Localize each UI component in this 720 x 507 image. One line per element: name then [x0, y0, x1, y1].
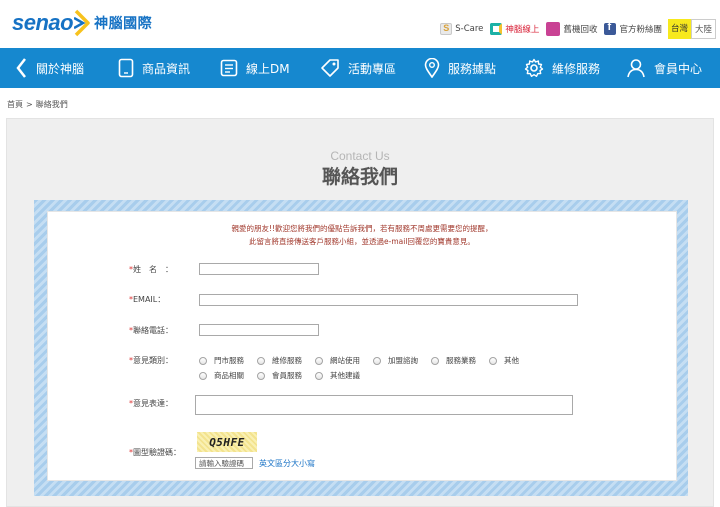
breadcrumb-current: 聯絡我們: [35, 100, 68, 109]
toplink-recycle[interactable]: 舊機回收: [546, 22, 597, 36]
email-label-text: EMAIL：: [133, 295, 166, 304]
nav-item-online-dm[interactable]: 線上DM: [220, 48, 290, 88]
category-label: *意見類別：: [129, 355, 173, 366]
option-label: 維修服務: [272, 356, 302, 365]
category-option-suggestion[interactable]: 其他建議: [315, 370, 360, 381]
radio-button[interactable]: [315, 371, 323, 380]
radio-button[interactable]: [257, 371, 265, 380]
toplink-label: S-Care: [455, 24, 484, 34]
main-nav: 關於神腦 商品資訊 線上DM 活動專區 服務據點 維修服務 會員中心: [0, 48, 720, 88]
tag-icon: [321, 59, 339, 77]
category-option-products[interactable]: 商品相關: [199, 370, 244, 381]
phone-label: *聯絡電話：: [129, 325, 173, 336]
email-label: *EMAIL：: [129, 294, 165, 305]
recycle-icon: [546, 22, 561, 36]
site-header: senao 神腦國際 S-Care 神腦線上 舊機回收 官方粉絲團 台灣 大陸: [0, 0, 720, 48]
category-option-store[interactable]: 門市服務: [199, 355, 244, 366]
radio-button[interactable]: [373, 356, 381, 365]
option-label: 會員服務: [272, 371, 302, 380]
option-label: 網站使用: [330, 356, 360, 365]
captcha-label: *圖型驗證碼：: [129, 447, 181, 458]
toplink-label: 神腦線上: [505, 25, 540, 35]
category-option-franchise[interactable]: 加盟諮詢: [373, 355, 418, 366]
captcha-label-text: 圖型驗證碼：: [133, 448, 181, 457]
page-title: 聯絡我們: [321, 166, 398, 188]
region-taiwan[interactable]: 台灣: [667, 19, 691, 39]
option-label: 其他: [504, 356, 519, 365]
radio-button[interactable]: [315, 356, 323, 365]
nav-item-products[interactable]: 商品資訊: [118, 48, 190, 88]
senao-arrow-icon: [16, 58, 26, 78]
nav-label: 服務據點: [448, 61, 497, 76]
comment-label: *意見表達：: [129, 398, 173, 409]
name-field[interactable]: [199, 263, 319, 275]
toplink-s-care[interactable]: S-Care: [440, 23, 483, 35]
senao-online-icon: [490, 23, 503, 35]
logo-chinese-name: 神腦國際: [94, 16, 153, 32]
user-icon: [627, 59, 645, 78]
option-label: 加盟諮詢: [388, 356, 418, 365]
notice-line-2: 此留言將直接傳送客戶服務小組，並透過e-mail回覆您的寶貴意見。: [249, 237, 475, 246]
breadcrumb-separator: >: [26, 100, 33, 109]
comment-label-text: 意見表達：: [133, 399, 173, 408]
captcha-image: Q5HFE: [197, 432, 257, 452]
region-switch: 台灣 大陸: [667, 19, 716, 39]
facebook-icon: [604, 21, 617, 35]
toplink-label: 官方粉絲團: [619, 25, 662, 35]
breadcrumb: 首頁 > 聯絡我們: [7, 99, 68, 110]
category-option-business[interactable]: 服務業務: [431, 355, 476, 366]
radio-button[interactable]: [431, 356, 439, 365]
name-label: *姓 名 ：: [129, 264, 173, 275]
category-option-other[interactable]: 其他: [489, 355, 519, 366]
nav-label: 線上DM: [246, 61, 290, 76]
category-option-member[interactable]: 會員服務: [257, 370, 302, 381]
nav-label: 會員中心: [654, 61, 703, 76]
radio-button[interactable]: [199, 371, 207, 380]
email-field[interactable]: [199, 294, 578, 306]
captcha-text: Q5HFE: [209, 435, 245, 449]
nav-item-events[interactable]: 活動專區: [320, 48, 396, 88]
nav-label: 活動專區: [348, 61, 397, 76]
s-care-icon: [440, 23, 453, 35]
senao-logo[interactable]: senao 神腦國際: [12, 6, 152, 40]
nav-label: 關於神腦: [36, 61, 85, 76]
nav-item-about[interactable]: 關於神腦: [16, 48, 84, 88]
nav-label: 維修服務: [552, 61, 601, 76]
category-option-website[interactable]: 網站使用: [315, 355, 360, 366]
logo-arrow-icon: [74, 9, 90, 37]
category-label-text: 意見類別：: [133, 356, 173, 365]
gear-icon: [524, 58, 544, 77]
nav-item-repair[interactable]: 維修服務: [524, 48, 600, 88]
toplink-label: 舊機回收: [563, 25, 598, 35]
nav-item-member[interactable]: 會員中心: [626, 48, 702, 88]
toplink-facebook[interactable]: 官方粉絲團: [604, 21, 662, 35]
radio-button[interactable]: [489, 356, 497, 365]
page-title-english: Contact Us: [330, 149, 390, 163]
nav-label: 商品資訊: [142, 61, 191, 76]
notice-line-1: 親愛的朋友!!歡迎您將我們的優點告訴我們，若有服務不周處更需要您的提醒，: [231, 224, 493, 233]
option-label: 商品相關: [214, 371, 244, 380]
region-china[interactable]: 大陸: [690, 19, 716, 39]
document-icon: [220, 59, 238, 77]
location-pin-icon: [424, 58, 440, 78]
option-label: 其他建議: [330, 371, 360, 380]
name-label-text: 姓 名 ：: [133, 265, 173, 274]
category-option-repair[interactable]: 維修服務: [257, 355, 302, 366]
comment-textarea[interactable]: [195, 395, 573, 415]
radio-button[interactable]: [257, 356, 265, 365]
toplink-senao-online[interactable]: 神腦線上: [490, 23, 539, 35]
option-label: 服務業務: [446, 356, 476, 365]
tablet-icon: [118, 58, 134, 78]
nav-item-locations[interactable]: 服務據點: [424, 48, 496, 88]
case-sensitive-note: 英文區分大小寫: [259, 459, 315, 468]
top-links: S-Care 神腦線上 舊機回收 官方粉絲團 台灣 大陸: [433, 19, 716, 39]
phone-label-text: 聯絡電話：: [133, 326, 173, 335]
option-label: 門市服務: [214, 356, 244, 365]
phone-field[interactable]: [199, 324, 319, 336]
logo-wordmark: senao: [12, 10, 74, 35]
captcha-input[interactable]: [195, 457, 253, 469]
breadcrumb-home[interactable]: 首頁: [7, 100, 23, 109]
radio-button[interactable]: [199, 356, 207, 365]
contact-form: [47, 211, 677, 481]
